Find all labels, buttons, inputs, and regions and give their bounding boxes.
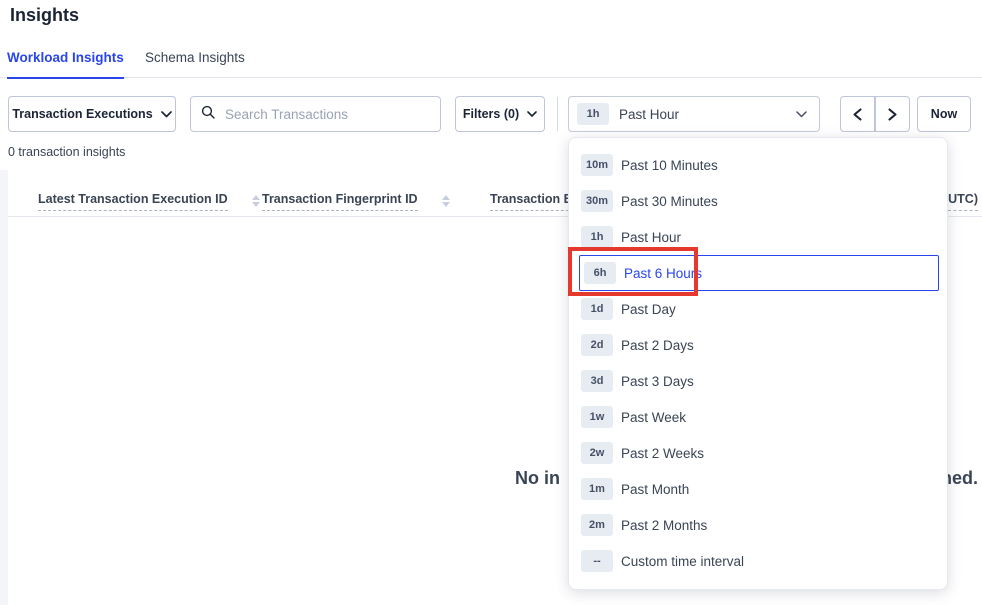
- interval-label: Past 2 Months: [621, 518, 707, 533]
- interval-badge: 1h: [581, 226, 613, 248]
- interval-label: Past Week: [621, 410, 686, 425]
- sort-icon[interactable]: [442, 195, 450, 207]
- menu-item-past-hour[interactable]: 1h Past Hour: [569, 219, 947, 255]
- menu-item-past-10-minutes[interactable]: 10m Past 10 Minutes: [569, 147, 947, 183]
- toolbar-divider: [557, 97, 558, 131]
- interval-badge: --: [581, 550, 613, 572]
- filters-button[interactable]: Filters (0): [455, 96, 545, 132]
- interval-label: Past Month: [621, 482, 689, 497]
- search-transactions-input[interactable]: [223, 106, 430, 123]
- time-interval-select[interactable]: 1h Past Hour: [568, 96, 820, 132]
- menu-item-past-2-weeks[interactable]: 2w Past 2 Weeks: [569, 435, 947, 471]
- interval-badge: 1m: [581, 478, 613, 500]
- workload-type-select-label: Transaction Executions: [12, 107, 152, 121]
- interval-label: Past 6 Hours: [624, 266, 702, 281]
- interval-badge: 2m: [581, 514, 613, 536]
- now-button-label: Now: [931, 107, 957, 121]
- tab-bar: Workload Insights Schema Insights: [0, 44, 982, 78]
- tab-workload-insights[interactable]: Workload Insights: [7, 50, 124, 79]
- interval-badge: 10m: [581, 154, 613, 176]
- interval-label: Past 30 Minutes: [621, 194, 718, 209]
- interval-label: Custom time interval: [621, 554, 744, 569]
- column-header-transaction-fingerprint-id[interactable]: Transaction Fingerprint ID: [262, 192, 450, 211]
- chevron-down-icon: [796, 105, 807, 123]
- time-interval-label: Past Hour: [619, 107, 796, 122]
- menu-item-custom-time-interval[interactable]: -- Custom time interval: [569, 543, 947, 579]
- workload-type-select[interactable]: Transaction Executions: [8, 96, 176, 132]
- column-header-latest-transaction-execution-id[interactable]: Latest Transaction Execution ID: [38, 192, 260, 211]
- interval-badge: 1w: [581, 406, 613, 428]
- time-range-arrows: [840, 96, 910, 132]
- menu-item-past-day[interactable]: 1d Past Day: [569, 291, 947, 327]
- search-transactions-box[interactable]: [190, 96, 441, 132]
- time-interval-dropdown-menu: 10m Past 10 Minutes 30m Past 30 Minutes …: [568, 137, 948, 590]
- interval-badge: 30m: [581, 190, 613, 212]
- column-header-label: Transaction Ex: [490, 192, 579, 211]
- interval-label: Past 3 Days: [621, 374, 694, 389]
- chevron-down-icon: [527, 111, 537, 117]
- interval-label: Past Day: [621, 302, 676, 317]
- interval-label: Past 2 Weeks: [621, 446, 704, 461]
- next-interval-button[interactable]: [875, 96, 910, 132]
- column-header-label: Transaction Fingerprint ID: [262, 192, 418, 211]
- insights-count-text: 0 transaction insights: [8, 145, 125, 159]
- chevron-left-icon: [852, 108, 863, 121]
- chevron-right-icon: [887, 108, 898, 121]
- menu-item-past-2-days[interactable]: 2d Past 2 Days: [569, 327, 947, 363]
- interval-badge: 6h: [584, 262, 616, 284]
- menu-item-past-3-days[interactable]: 3d Past 3 Days: [569, 363, 947, 399]
- interval-badge: 2d: [581, 334, 613, 356]
- column-header-utc-truncated[interactable]: UTC): [948, 192, 978, 211]
- previous-interval-button[interactable]: [840, 96, 875, 132]
- menu-item-past-30-minutes[interactable]: 30m Past 30 Minutes: [569, 183, 947, 219]
- menu-item-past-month[interactable]: 1m Past Month: [569, 471, 947, 507]
- menu-item-past-6-hours[interactable]: 6h Past 6 Hours: [579, 255, 939, 291]
- page-title: Insights: [10, 5, 79, 26]
- empty-state-text-left: No in: [515, 468, 560, 489]
- filters-button-label: Filters (0): [463, 107, 519, 121]
- insights-page: Insights Workload Insights Schema Insigh…: [0, 0, 982, 605]
- search-icon: [201, 105, 215, 124]
- interval-label: Past 2 Days: [621, 338, 694, 353]
- table-left-gutter: [0, 170, 8, 605]
- interval-badge: 1d: [581, 298, 613, 320]
- sort-icon[interactable]: [252, 195, 260, 207]
- interval-badge: 2w: [581, 442, 613, 464]
- column-header-transaction-execution-truncated[interactable]: Transaction Ex: [490, 192, 579, 211]
- column-header-label: UTC): [948, 192, 978, 211]
- menu-item-past-week[interactable]: 1w Past Week: [569, 399, 947, 435]
- column-header-label: Latest Transaction Execution ID: [38, 192, 228, 211]
- chevron-down-icon: [161, 111, 172, 118]
- tab-schema-insights[interactable]: Schema Insights: [145, 50, 245, 77]
- interval-label: Past Hour: [621, 230, 681, 245]
- menu-item-past-2-months[interactable]: 2m Past 2 Months: [569, 507, 947, 543]
- interval-label: Past 10 Minutes: [621, 158, 718, 173]
- time-interval-badge: 1h: [577, 103, 609, 125]
- interval-badge: 3d: [581, 370, 613, 392]
- now-button[interactable]: Now: [917, 96, 971, 132]
